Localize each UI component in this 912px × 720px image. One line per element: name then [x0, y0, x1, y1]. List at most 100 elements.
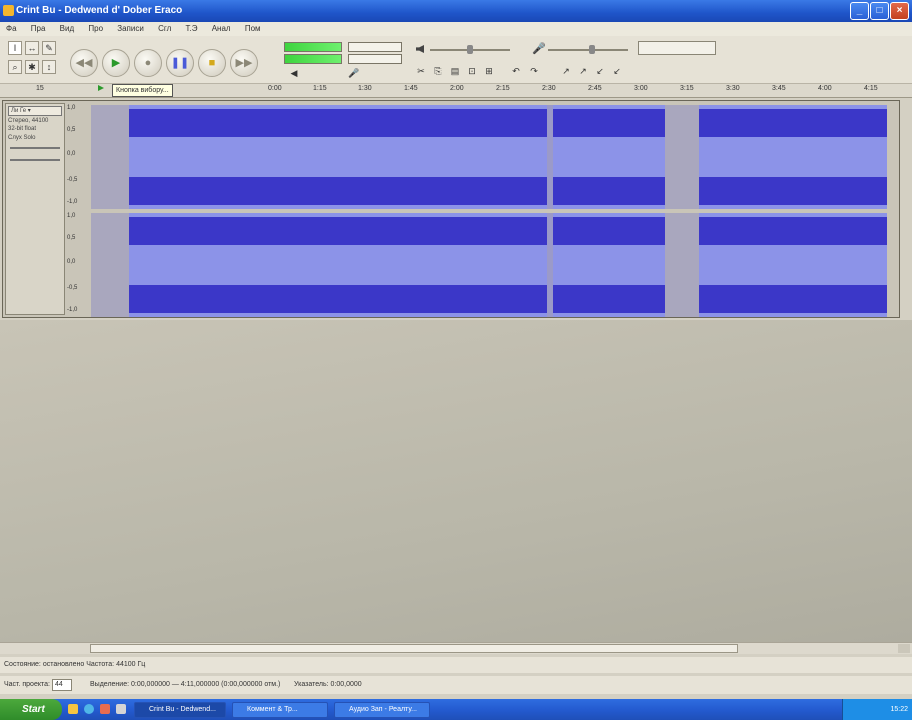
zoom-in-icon[interactable]: ↗ [560, 65, 572, 77]
toolbar: I ↔ ✎ ⌕ ✱ ↕ ◀◀ ▶ ● ❚❚ ■ ▶▶ 🎤 ◀ 🎤 ✂ ⎘ ▤ ⊡… [0, 36, 912, 84]
skip-end-button[interactable]: ▶▶ [230, 49, 258, 77]
selection-tool-icon[interactable]: I [8, 41, 22, 55]
timeshift-tool-icon[interactable]: ↕ [42, 60, 56, 74]
scale-label: 0,5 [67, 235, 76, 241]
scale-label: -1,0 [67, 199, 78, 205]
project-rate-select[interactable]: 44 [52, 679, 72, 691]
ruler-tick: 4:15 [864, 85, 878, 92]
menu-help[interactable]: Пом [245, 24, 261, 33]
maximize-button[interactable]: □ [870, 2, 889, 20]
scale-label: 0,0 [67, 259, 76, 265]
skip-start-button[interactable]: ◀◀ [70, 49, 98, 77]
stop-button[interactable]: ■ [198, 49, 226, 77]
play-meter-right [284, 54, 342, 64]
selection-range[interactable]: Выделение: 0:00,000000 — 4:11,000000 (0:… [90, 676, 280, 694]
project-rate-label: Част. проекта: [4, 681, 50, 688]
audio-track[interactable]: Ли Ге ▾ Стерео, 44100 32-bit float Слух … [2, 100, 900, 318]
menu-file[interactable]: Фа [6, 24, 17, 33]
input-source-select[interactable] [638, 41, 716, 55]
undo-icon[interactable]: ↶ [510, 65, 522, 77]
menu-view[interactable]: Вид [60, 24, 74, 33]
close-button[interactable]: × [890, 2, 909, 20]
quicklaunch-icon[interactable] [68, 704, 78, 714]
record-meter [348, 42, 402, 52]
scale-label: -0,5 [67, 177, 78, 183]
waveform-intro [91, 213, 129, 317]
waveform-right-channel[interactable] [91, 213, 887, 317]
empty-track-area[interactable] [0, 320, 912, 642]
microphone-icon: 🎤 [532, 43, 546, 55]
waveform-quiet-section [665, 105, 699, 209]
waveform-left-channel[interactable] [91, 105, 887, 209]
redo-icon[interactable]: ↷ [528, 65, 540, 77]
status-text: Состояние: остановлено Частота: 44100 Гц [4, 661, 146, 668]
taskbar-item-window2[interactable]: Коммент & Тр... [232, 702, 328, 718]
track-control-panel: Ли Ге ▾ Стерео, 44100 32-bit float Слух … [5, 103, 65, 315]
waveform-intro [91, 105, 129, 209]
trim-icon[interactable]: ⊡ [466, 65, 478, 77]
silence-icon[interactable]: ⊞ [483, 65, 495, 77]
ruler-tick: 4:00 [818, 85, 832, 92]
start-button[interactable]: Start [0, 699, 62, 720]
zoom-out-icon[interactable]: ↗ [577, 65, 589, 77]
scale-label: -1,0 [67, 307, 78, 313]
timeline-ruler[interactable]: 15 Кнопка вибору... 0:00 1:15 1:30 1:45 … [0, 84, 912, 98]
pause-button[interactable]: ❚❚ [166, 49, 194, 77]
ruler-tick: 2:30 [542, 85, 556, 92]
ruler-tick: 3:45 [772, 85, 786, 92]
mute-solo-buttons[interactable]: Слух Solo [8, 135, 62, 141]
ruler-tick: 2:00 [450, 85, 464, 92]
title-bar: Crint Bu - Dedwend d' Dober Eraco _ □ × [0, 0, 912, 22]
taskbar-item-window3[interactable]: Аудио Зап - Реалту... [334, 702, 430, 718]
fit-selection-icon[interactable]: ↙ [594, 65, 606, 77]
scrollbar-thumb[interactable] [90, 644, 738, 653]
amplitude-scale-top: 1,0 0,5 0,0 -0,5 -1,0 [67, 105, 89, 207]
selection-bar: Част. проекта: 44 Выделение: 0:00,000000… [0, 676, 912, 694]
play-button[interactable]: ▶ [102, 49, 130, 77]
menu-record[interactable]: Записи [117, 24, 144, 33]
copy-icon[interactable]: ⎘ [432, 65, 444, 77]
taskbar-item-audacity[interactable]: Crint Bu - Dedwend... [134, 702, 226, 718]
pan-slider[interactable] [10, 159, 60, 161]
ruler-tick: 3:30 [726, 85, 740, 92]
meter-record-icon[interactable]: 🎤 [348, 67, 360, 79]
scroll-right-arrow-icon[interactable] [898, 644, 910, 653]
gain-slider[interactable] [10, 147, 60, 149]
envelope-tool-icon[interactable]: ↔ [25, 41, 39, 55]
menu-effects[interactable]: Т.Э [185, 24, 197, 33]
system-tray: 15:22 [842, 699, 912, 720]
amplitude-scale-bottom: 1,0 0,5 0,0 -0,5 -1,0 [67, 213, 89, 315]
paste-icon[interactable]: ▤ [449, 65, 461, 77]
browser-icon[interactable] [84, 704, 94, 714]
waveform-quiet-section [665, 213, 699, 317]
menu-project[interactable]: Про [88, 24, 103, 33]
media-icon[interactable] [100, 704, 110, 714]
desktop-icon[interactable] [116, 704, 126, 714]
horizontal-scrollbar[interactable] [0, 642, 912, 654]
cut-icon[interactable]: ✂ [415, 65, 427, 77]
zoom-tool-icon[interactable]: ⌕ [8, 60, 22, 74]
app-icon [3, 5, 14, 16]
ruler-tick: 2:15 [496, 85, 510, 92]
scale-label: 0,5 [67, 127, 76, 133]
play-head-icon [98, 85, 104, 91]
menu-analyze[interactable]: Анал [212, 24, 231, 33]
input-volume-thumb[interactable] [589, 45, 595, 54]
menu-generate[interactable]: Сгл [158, 24, 171, 33]
draw-tool-icon[interactable]: ✎ [42, 41, 56, 55]
fit-project-icon[interactable]: ↙ [611, 65, 623, 77]
meter-play-icon[interactable]: ◀ [288, 67, 300, 79]
menu-edit[interactable]: Пра [31, 24, 46, 33]
record-button[interactable]: ● [134, 49, 162, 77]
menu-bar: Фа Пра Вид Про Записи Сгл Т.Э Анал Пом [0, 22, 912, 36]
cursor-position[interactable]: Указатель: 0:00,0000 [294, 676, 362, 694]
volume-slider-thumb[interactable] [467, 45, 473, 54]
ruler-tick: 3:00 [634, 85, 648, 92]
ruler-tick: 1:45 [404, 85, 418, 92]
track-name-dropdown[interactable]: Ли Ге ▾ [8, 106, 62, 116]
minimize-button[interactable]: _ [850, 2, 869, 20]
input-volume-slider[interactable] [548, 49, 628, 51]
ruler-tick: 0:00 [268, 85, 282, 92]
multi-tool-icon[interactable]: ✱ [25, 60, 39, 74]
ruler-tick: 3:15 [680, 85, 694, 92]
